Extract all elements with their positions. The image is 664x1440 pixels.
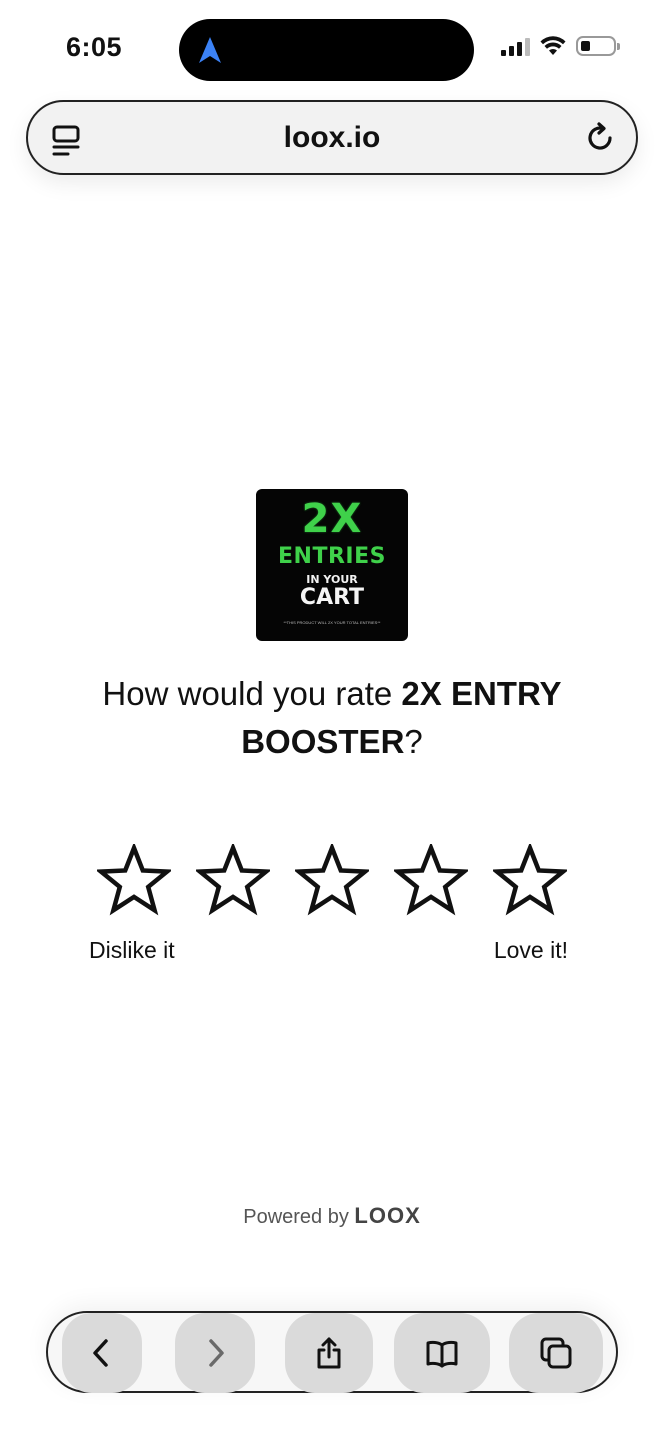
rating-question: How would you rate 2X ENTRY BOOSTER? (60, 670, 604, 766)
tabs-icon (540, 1337, 572, 1369)
star-rating (97, 844, 567, 918)
star-2-icon[interactable] (196, 844, 270, 916)
star-4-icon[interactable] (394, 844, 468, 916)
bookmarks-button[interactable] (394, 1313, 490, 1393)
image-text-fineprint: **THIS PRODUCT WILL 2X YOUR TOTAL ENTRIE… (283, 620, 381, 625)
dynamic-island (179, 19, 474, 81)
star-1-icon[interactable] (97, 844, 171, 916)
battery-icon (576, 36, 620, 56)
image-text-entries: ENTRIES (278, 544, 386, 569)
tabs-button[interactable] (509, 1313, 603, 1393)
navigation-arrow-icon (199, 37, 221, 63)
browser-toolbar (46, 1311, 618, 1393)
loox-logo[interactable]: LOOX (354, 1203, 420, 1228)
share-icon (317, 1337, 341, 1369)
product-image: 2X ENTRIES IN YOUR CART **THIS PRODUCT W… (256, 489, 408, 641)
forward-icon (209, 1339, 224, 1367)
forward-button[interactable] (175, 1313, 255, 1393)
back-button[interactable] (62, 1313, 142, 1393)
star-5-icon[interactable] (493, 844, 567, 916)
image-text-2x: 2X (301, 496, 363, 542)
address-bar[interactable]: loox.io (26, 100, 638, 175)
rating-label-low: Dislike it (89, 937, 175, 963)
rating-label-high: Love it! (493, 937, 568, 963)
reload-icon[interactable] (582, 120, 618, 156)
status-time: 6:05 (66, 32, 123, 62)
wifi-icon (540, 36, 566, 55)
share-button[interactable] (285, 1313, 373, 1393)
bookmarks-icon (426, 1340, 458, 1368)
url-text[interactable]: loox.io (28, 121, 636, 155)
image-text-cart: CART (299, 585, 365, 610)
powered-by-text: Powered by (243, 1206, 349, 1228)
star-3-icon[interactable] (295, 844, 369, 916)
back-icon (93, 1339, 108, 1367)
question-suffix: ? (404, 723, 423, 760)
powered-by: Powered by LOOX (0, 1203, 664, 1229)
cellular-signal-icon (501, 36, 530, 56)
question-prefix: How would you rate (102, 675, 402, 712)
status-icons (501, 36, 620, 56)
